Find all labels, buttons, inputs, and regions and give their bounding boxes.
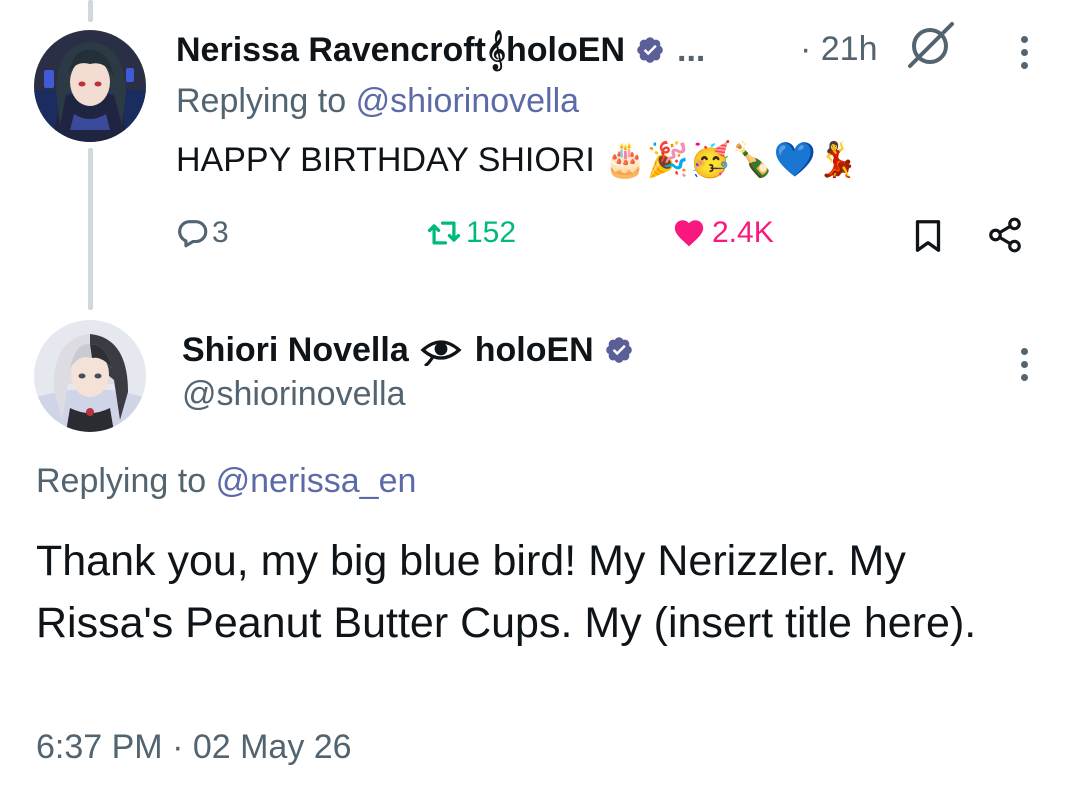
- author-name[interactable]: Nerissa Ravencroft𝄞holoEN: [176, 31, 625, 70]
- replying-to: Replying to @nerissa_en: [36, 462, 416, 501]
- author-name[interactable]: Shiori Novella: [182, 331, 409, 370]
- like-button[interactable]: 2.4K: [670, 216, 774, 250]
- tweet-timestamp[interactable]: 6:37 PM · 02 May 26: [36, 728, 352, 767]
- author-row: Shiori Novella holoEN: [182, 328, 634, 372]
- retweet-count: 152: [466, 216, 517, 249]
- like-count: 2.4K: [712, 216, 774, 249]
- tweet-text: HAPPY BIRTHDAY SHIORI 🎂🎉🥳🍾💙💃: [176, 141, 859, 179]
- reply-count: 3: [212, 216, 229, 249]
- tweet-text: Thank you, my big blue bird! My Nerizzle…: [36, 537, 977, 647]
- replying-label: Replying to: [36, 462, 207, 500]
- replying-handle-link[interactable]: @nerissa_en: [216, 462, 417, 500]
- like-icon: [670, 216, 708, 250]
- verified-badge-icon: [604, 335, 634, 365]
- retweet-button[interactable]: 152: [424, 216, 516, 250]
- reply-icon: [176, 216, 210, 250]
- more-icon[interactable]: [1019, 36, 1029, 69]
- thread-connector: [88, 148, 93, 310]
- avatar[interactable]: [34, 320, 146, 432]
- author-row: Nerissa Ravencroft𝄞holoEN ...: [176, 28, 705, 72]
- verified-badge-icon: [635, 35, 665, 65]
- grok-icon[interactable]: [904, 20, 956, 72]
- avatar[interactable]: [34, 30, 146, 142]
- bookmark-icon[interactable]: [910, 216, 946, 261]
- name-suffix: holoEN: [474, 330, 594, 369]
- eye-icon: [419, 334, 463, 366]
- replying-handle-link[interactable]: @shiorinovella: [356, 82, 580, 120]
- more-icon[interactable]: [1019, 348, 1029, 381]
- replying-label: Replying to: [176, 82, 347, 120]
- tweet-thread: Nerissa Ravencroft𝄞holoEN ... · 21h Repl…: [0, 0, 1075, 800]
- retweet-icon: [424, 216, 464, 250]
- replying-to: Replying to @shiorinovella: [176, 82, 579, 121]
- share-icon[interactable]: [986, 216, 1024, 259]
- author-handle[interactable]: @shiorinovella: [182, 375, 406, 414]
- reply-button[interactable]: 3: [176, 216, 229, 250]
- name-ellipsis: ...: [677, 30, 706, 69]
- thread-connector-top: [88, 0, 93, 22]
- tweet-time[interactable]: · 21h: [800, 30, 878, 69]
